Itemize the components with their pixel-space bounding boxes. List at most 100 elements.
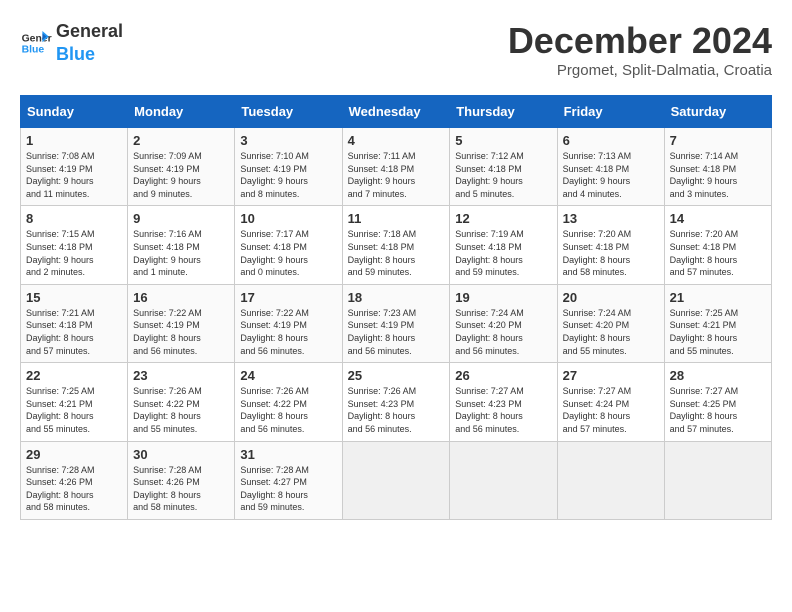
calendar-header-friday: Friday xyxy=(557,96,664,128)
calendar-cell: 30 Sunrise: 7:28 AM Sunset: 4:26 PM Dayli… xyxy=(128,441,235,519)
calendar-cell: 1 Sunrise: 7:08 AM Sunset: 4:19 PM Daylig… xyxy=(21,128,128,206)
day-info: Sunrise: 7:27 AM Sunset: 4:23 PM Dayligh… xyxy=(455,385,551,435)
calendar-cell: 3 Sunrise: 7:10 AM Sunset: 4:19 PM Daylig… xyxy=(235,128,342,206)
day-number: 6 xyxy=(563,133,659,148)
calendar-cell: 15 Sunrise: 7:21 AM Sunset: 4:18 PM Dayli… xyxy=(21,284,128,362)
calendar-cell: 21 Sunrise: 7:25 AM Sunset: 4:21 PM Dayli… xyxy=(664,284,771,362)
day-number: 25 xyxy=(348,368,445,383)
day-number: 19 xyxy=(455,290,551,305)
logo: General Blue General Blue xyxy=(20,20,123,67)
calendar-cell: 28 Sunrise: 7:27 AM Sunset: 4:25 PM Dayli… xyxy=(664,363,771,441)
calendar-cell: 19 Sunrise: 7:24 AM Sunset: 4:20 PM Dayli… xyxy=(450,284,557,362)
calendar-cell: 25 Sunrise: 7:26 AM Sunset: 4:23 PM Dayli… xyxy=(342,363,450,441)
calendar-cell: 22Sunrise: 7:25 AM Sunset: 4:21 PM Dayli… xyxy=(21,363,128,441)
calendar-cell: 24Sunrise: 7:26 AM Sunset: 4:22 PM Dayli… xyxy=(235,363,342,441)
day-info: Sunrise: 7:09 AM Sunset: 4:19 PM Dayligh… xyxy=(133,150,229,200)
page-header: General Blue General Blue December 2024 … xyxy=(20,20,772,79)
calendar-cell xyxy=(342,441,450,519)
calendar-cell: 12 Sunrise: 7:19 AM Sunset: 4:18 PM Dayli… xyxy=(450,206,557,284)
day-number: 12 xyxy=(455,211,551,226)
day-number: 20 xyxy=(563,290,659,305)
calendar-week-row: 8Sunrise: 7:15 AM Sunset: 4:18 PM Daylig… xyxy=(21,206,772,284)
day-number: 26 xyxy=(455,368,551,383)
calendar-cell: 4 Sunrise: 7:11 AM Sunset: 4:18 PM Daylig… xyxy=(342,128,450,206)
day-number: 29 xyxy=(26,447,122,462)
calendar-week-row: 29 Sunrise: 7:28 AM Sunset: 4:26 PM Dayli… xyxy=(21,441,772,519)
page-subtitle: Prgomet, Split-Dalmatia, Croatia xyxy=(508,62,772,79)
day-number: 17 xyxy=(240,290,336,305)
calendar-cell: 29Sunrise: 7:28 AM Sunset: 4:26 PM Dayli… xyxy=(21,441,128,519)
day-info: Sunrise: 7:22 AM Sunset: 4:19 PM Dayligh… xyxy=(133,307,229,357)
day-info: Sunrise: 7:17 AM Sunset: 4:18 PM Dayligh… xyxy=(240,228,336,278)
calendar-header-saturday: Saturday xyxy=(664,96,771,128)
day-number: 28 xyxy=(670,368,766,383)
calendar-cell xyxy=(557,441,664,519)
day-info: Sunrise: 7:11 AM Sunset: 4:18 PM Dayligh… xyxy=(348,150,445,200)
day-info: Sunrise: 7:28 AM Sunset: 4:27 PM Dayligh… xyxy=(240,464,336,514)
day-number: 3 xyxy=(240,133,336,148)
day-info: Sunrise: 7:27 AM Sunset: 4:25 PM Dayligh… xyxy=(670,385,766,435)
day-number: 22 xyxy=(26,368,122,383)
calendar-header-thursday: Thursday xyxy=(450,96,557,128)
logo-icon: General Blue xyxy=(20,27,52,59)
calendar-header-row: SundayMondayTuesdayWednesdayThursdayFrid… xyxy=(21,96,772,128)
day-number: 23 xyxy=(133,368,229,383)
calendar-cell: 5 Sunrise: 7:12 AM Sunset: 4:18 PM Daylig… xyxy=(450,128,557,206)
day-number: 18 xyxy=(348,290,445,305)
calendar-cell xyxy=(450,441,557,519)
calendar-week-row: 1 Sunrise: 7:08 AM Sunset: 4:19 PM Daylig… xyxy=(21,128,772,206)
day-info: Sunrise: 7:14 AM Sunset: 4:18 PM Dayligh… xyxy=(670,150,766,200)
day-info: Sunrise: 7:21 AM Sunset: 4:18 PM Dayligh… xyxy=(26,307,122,357)
svg-text:General: General xyxy=(22,34,52,45)
calendar-week-row: 15 Sunrise: 7:21 AM Sunset: 4:18 PM Dayli… xyxy=(21,284,772,362)
day-number: 21 xyxy=(670,290,766,305)
day-number: 4 xyxy=(348,133,445,148)
day-info: Sunrise: 7:23 AM Sunset: 4:19 PM Dayligh… xyxy=(348,307,445,357)
day-number: 16 xyxy=(133,290,229,305)
calendar-cell: 9Sunrise: 7:16 AM Sunset: 4:18 PM Daylig… xyxy=(128,206,235,284)
day-number: 30 xyxy=(133,447,229,462)
day-info: Sunrise: 7:13 AM Sunset: 4:18 PM Dayligh… xyxy=(563,150,659,200)
calendar-cell: 16 Sunrise: 7:22 AM Sunset: 4:19 PM Dayli… xyxy=(128,284,235,362)
calendar-header-sunday: Sunday xyxy=(21,96,128,128)
day-info: Sunrise: 7:20 AM Sunset: 4:18 PM Dayligh… xyxy=(563,228,659,278)
svg-text:Blue: Blue xyxy=(22,45,45,56)
day-info: Sunrise: 7:28 AM Sunset: 4:26 PM Dayligh… xyxy=(133,464,229,514)
calendar-cell: 14Sunrise: 7:20 AM Sunset: 4:18 PM Dayli… xyxy=(664,206,771,284)
day-info: Sunrise: 7:19 AM Sunset: 4:18 PM Dayligh… xyxy=(455,228,551,278)
day-info: Sunrise: 7:10 AM Sunset: 4:19 PM Dayligh… xyxy=(240,150,336,200)
day-info: Sunrise: 7:20 AM Sunset: 4:18 PM Dayligh… xyxy=(670,228,766,278)
calendar-header-monday: Monday xyxy=(128,96,235,128)
calendar-cell xyxy=(664,441,771,519)
calendar-cell: 27 Sunrise: 7:27 AM Sunset: 4:24 PM Dayli… xyxy=(557,363,664,441)
day-info: Sunrise: 7:25 AM Sunset: 4:21 PM Dayligh… xyxy=(670,307,766,357)
day-info: Sunrise: 7:26 AM Sunset: 4:23 PM Dayligh… xyxy=(348,385,445,435)
day-info: Sunrise: 7:16 AM Sunset: 4:18 PM Dayligh… xyxy=(133,228,229,278)
day-number: 11 xyxy=(348,211,445,226)
day-info: Sunrise: 7:18 AM Sunset: 4:18 PM Dayligh… xyxy=(348,228,445,278)
day-info: Sunrise: 7:24 AM Sunset: 4:20 PM Dayligh… xyxy=(455,307,551,357)
logo-text: General Blue xyxy=(56,20,123,67)
calendar-header-wednesday: Wednesday xyxy=(342,96,450,128)
calendar-week-row: 22Sunrise: 7:25 AM Sunset: 4:21 PM Dayli… xyxy=(21,363,772,441)
day-number: 27 xyxy=(563,368,659,383)
day-info: Sunrise: 7:26 AM Sunset: 4:22 PM Dayligh… xyxy=(133,385,229,435)
day-info: Sunrise: 7:26 AM Sunset: 4:22 PM Dayligh… xyxy=(240,385,336,435)
calendar-table: SundayMondayTuesdayWednesdayThursdayFrid… xyxy=(20,95,772,520)
day-number: 10 xyxy=(240,211,336,226)
calendar-cell: 2Sunrise: 7:09 AM Sunset: 4:19 PM Daylig… xyxy=(128,128,235,206)
day-number: 1 xyxy=(26,133,122,148)
day-number: 31 xyxy=(240,447,336,462)
calendar-cell: 23 Sunrise: 7:26 AM Sunset: 4:22 PM Dayli… xyxy=(128,363,235,441)
calendar-cell: 6 Sunrise: 7:13 AM Sunset: 4:18 PM Daylig… xyxy=(557,128,664,206)
title-block: December 2024 Prgomet, Split-Dalmatia, C… xyxy=(508,20,772,79)
day-number: 13 xyxy=(563,211,659,226)
day-info: Sunrise: 7:08 AM Sunset: 4:19 PM Dayligh… xyxy=(26,150,122,200)
calendar-cell: 17Sunrise: 7:22 AM Sunset: 4:19 PM Dayli… xyxy=(235,284,342,362)
day-info: Sunrise: 7:12 AM Sunset: 4:18 PM Dayligh… xyxy=(455,150,551,200)
day-number: 5 xyxy=(455,133,551,148)
day-info: Sunrise: 7:27 AM Sunset: 4:24 PM Dayligh… xyxy=(563,385,659,435)
day-number: 15 xyxy=(26,290,122,305)
page-title: December 2024 xyxy=(508,20,772,62)
calendar-cell: 31 Sunrise: 7:28 AM Sunset: 4:27 PM Dayli… xyxy=(235,441,342,519)
